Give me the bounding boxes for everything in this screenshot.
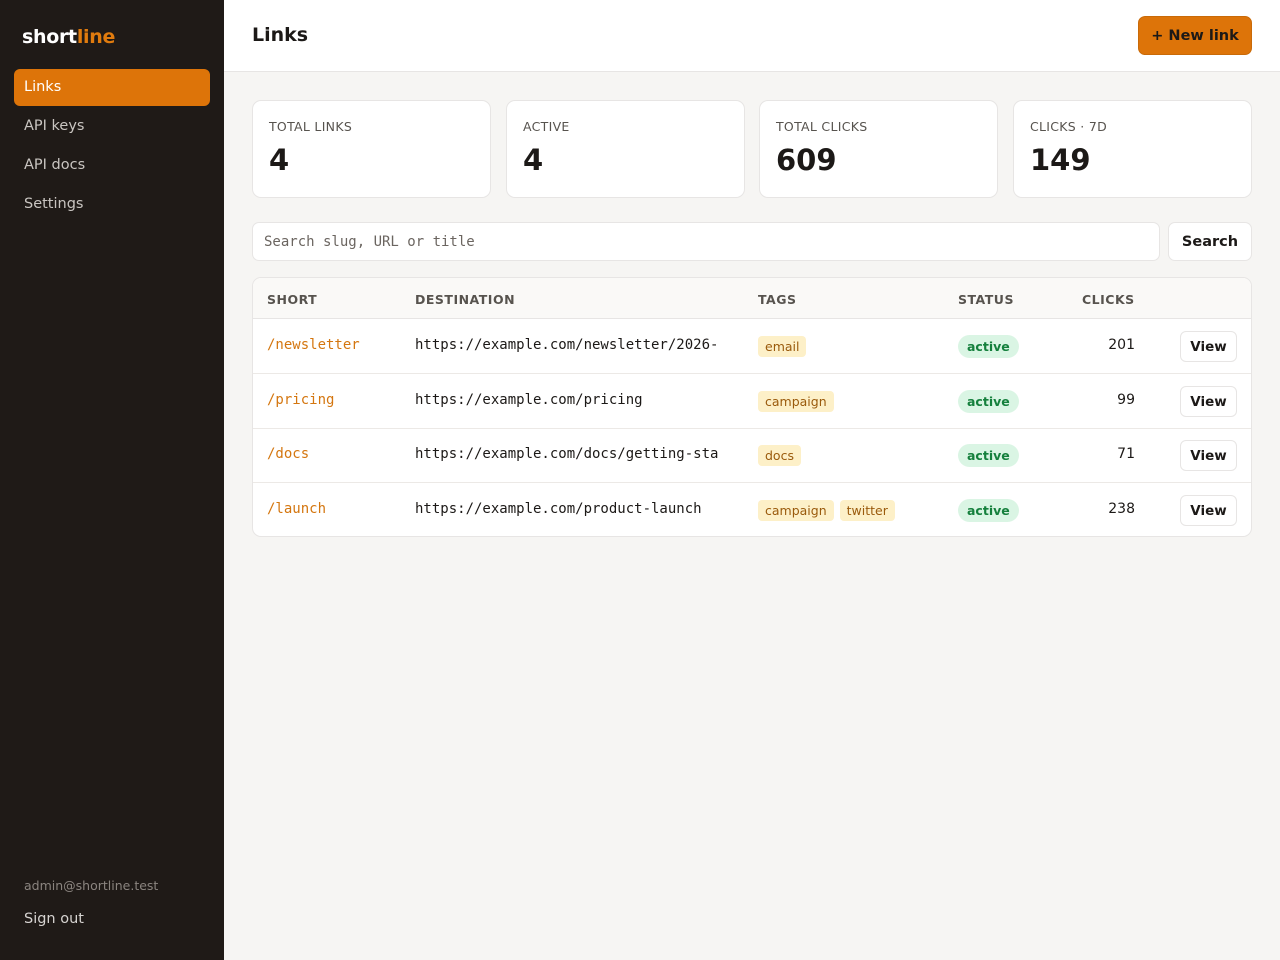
tag-badge: campaign	[758, 500, 834, 521]
tag-list: campaign	[758, 391, 840, 412]
brand-name-part2: line	[76, 26, 116, 48]
sidebar-item-api-keys[interactable]: API keys	[14, 108, 210, 145]
destination-url: https://example.com/docs/getting-sta	[415, 446, 719, 462]
stat-label: TOTAL CLICKS	[776, 119, 868, 134]
stat-card-clicks-7d: CLICKS · 7D 149	[1013, 100, 1252, 198]
tag-list: campaign twitter	[758, 500, 901, 521]
table-row: /docs https://example.com/docs/getting-s…	[253, 428, 1251, 483]
column-header-status: STATUS	[958, 292, 1014, 307]
tag-badge: campaign	[758, 391, 834, 412]
stats-row: TOTAL LINKS 4 ACTIVE 4 TOTAL CLICKS 609 …	[252, 100, 1252, 198]
status-badge: active	[958, 390, 1019, 413]
stat-card-total-clicks: TOTAL CLICKS 609	[759, 100, 998, 198]
tag-badge: docs	[758, 445, 801, 466]
search-input[interactable]	[252, 222, 1160, 261]
stat-value: 4	[523, 143, 544, 177]
status-badge: active	[958, 335, 1019, 358]
top-bar: Links + New link	[224, 0, 1280, 72]
search-button[interactable]: Search	[1168, 222, 1252, 261]
page-title: Links	[252, 24, 309, 46]
short-link[interactable]: /launch	[267, 501, 326, 517]
view-button[interactable]: View	[1180, 331, 1237, 362]
sidebar-item-api-docs[interactable]: API docs	[14, 147, 210, 184]
brand-logo[interactable]: shortline	[22, 26, 115, 48]
click-count: 201	[1108, 337, 1135, 353]
sidebar-nav: Links API keys API docs Settings	[14, 69, 210, 225]
sidebar: shortline Links API keys API docs Settin…	[0, 0, 224, 960]
sidebar-item-links[interactable]: Links	[14, 69, 210, 106]
stat-card-total-links: TOTAL LINKS 4	[252, 100, 491, 198]
column-header-tags: TAGS	[758, 292, 797, 307]
status-badge: active	[958, 499, 1019, 522]
table-header: SHORT DESTINATION TAGS STATUS CLICKS	[253, 278, 1251, 319]
stat-label: CLICKS · 7D	[1030, 119, 1108, 134]
links-table: SHORT DESTINATION TAGS STATUS CLICKS /ne…	[252, 277, 1252, 537]
tag-badge: twitter	[839, 500, 895, 521]
user-email: admin@shortline.test	[24, 878, 159, 893]
table-row: /newsletter https://example.com/newslett…	[253, 319, 1251, 374]
short-link[interactable]: /docs	[267, 446, 309, 462]
destination-url: https://example.com/newsletter/2026-	[415, 337, 719, 353]
view-button[interactable]: View	[1180, 440, 1237, 471]
click-count: 238	[1108, 501, 1135, 517]
status-badge: active	[958, 444, 1019, 467]
tag-list: email	[758, 336, 812, 357]
stat-label: TOTAL LINKS	[269, 119, 353, 134]
column-header-clicks: CLICKS	[1082, 292, 1135, 307]
stat-value: 149	[1030, 143, 1091, 177]
view-button[interactable]: View	[1180, 386, 1237, 417]
short-link[interactable]: /newsletter	[267, 337, 360, 353]
brand-name-part1: short	[22, 26, 77, 48]
column-header-destination: DESTINATION	[415, 292, 516, 307]
sidebar-item-settings[interactable]: Settings	[14, 186, 210, 223]
stat-value: 4	[269, 143, 290, 177]
tag-badge: email	[758, 336, 807, 357]
column-header-short: SHORT	[267, 292, 318, 307]
sign-out-link[interactable]: Sign out	[24, 911, 84, 927]
stat-value: 609	[776, 143, 837, 177]
table-row: /launch https://example.com/product-laun…	[253, 483, 1251, 536]
view-button[interactable]: View	[1180, 495, 1237, 526]
click-count: 99	[1117, 392, 1135, 408]
destination-url: https://example.com/pricing	[415, 392, 643, 408]
new-link-button[interactable]: + New link	[1138, 16, 1252, 55]
stat-card-active: ACTIVE 4	[506, 100, 745, 198]
click-count: 71	[1117, 446, 1135, 462]
table-row: /pricing https://example.com/pricing cam…	[253, 374, 1251, 429]
short-link[interactable]: /pricing	[267, 392, 334, 408]
stat-label: ACTIVE	[523, 119, 570, 134]
destination-url: https://example.com/product-launch	[415, 501, 702, 517]
tag-list: docs	[758, 445, 807, 466]
